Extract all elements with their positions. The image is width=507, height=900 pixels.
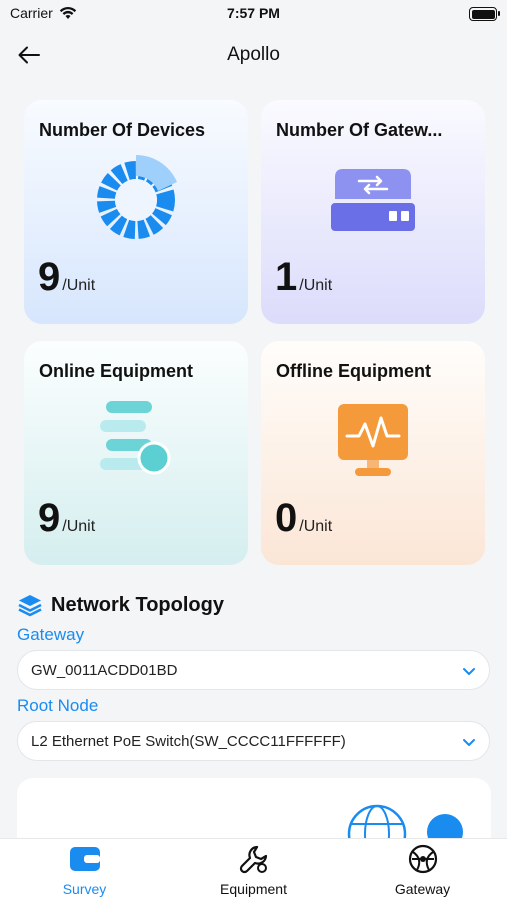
card-title: Offline Equipment (276, 361, 431, 381)
tab-label: Survey (62, 881, 107, 897)
survey-icon (69, 843, 101, 875)
card-value: 0 /Unit (275, 496, 332, 541)
node-dot-icon (427, 814, 463, 838)
online-count: 9 (38, 496, 61, 540)
gateways-count: 1 (275, 255, 298, 299)
card-value: 9 /Unit (38, 255, 95, 300)
gateway-select-value: GW_0011ACDD01BD (31, 662, 178, 679)
gateway-label: Gateway (17, 625, 85, 644)
monitor-pulse-icon (323, 396, 423, 486)
devices-count: 9 (38, 255, 61, 299)
status-bar: Carrier 7:57 PM (0, 0, 507, 30)
tab-label: Gateway (394, 881, 451, 897)
unit-label: /Unit (299, 518, 333, 535)
tab-label: Equipment (220, 881, 287, 897)
chevron-down-icon (463, 739, 475, 746)
network-topology-header: Network Topology (17, 593, 224, 617)
tab-bar: Survey Equipment Gateway (0, 838, 507, 900)
unit-label: /Unit (299, 277, 333, 294)
card-value: 9 /Unit (38, 496, 95, 541)
offline-equipment-card[interactable]: Offline Equipment 0 /Unit (261, 341, 485, 565)
root-node-select-value: L2 Ethernet PoE Switch(SW_CCCC11FFFFFF) (31, 733, 346, 750)
layers-icon (18, 595, 42, 617)
gateway-select[interactable]: GW_0011ACDD01BD (17, 650, 490, 690)
gateway-device-icon (323, 155, 423, 245)
card-title: Number Of Gatew... (276, 120, 443, 140)
unit-label: /Unit (62, 277, 96, 294)
gateways-count-card[interactable]: Number Of Gatew... 1 /Unit (261, 100, 485, 324)
unit-label: /Unit (62, 518, 96, 535)
donut-chart-icon (86, 155, 186, 245)
card-value: 1 /Unit (275, 255, 332, 300)
section-title: Network Topology (51, 593, 224, 616)
chevron-down-icon (463, 668, 475, 675)
card-title: Online Equipment (39, 361, 194, 381)
globe-icon (407, 843, 439, 875)
page-title: Apollo (227, 44, 280, 65)
card-title: Number Of Devices (39, 120, 206, 140)
root-node-label: Root Node (17, 696, 99, 715)
globe-node-icon (347, 804, 407, 838)
battery-icon (469, 7, 500, 21)
wrench-icon (238, 843, 270, 875)
topology-preview-card[interactable] (17, 778, 491, 838)
root-node-select[interactable]: L2 Ethernet PoE Switch(SW_CCCC11FFFFFF) (17, 721, 490, 761)
devices-count-card[interactable]: Number Of Devices 9 /Unit (24, 100, 248, 324)
tab-gateway[interactable]: Gateway (338, 839, 507, 900)
online-equipment-card[interactable]: Online Equipment 9 /Unit (24, 341, 248, 565)
status-time: 7:57 PM (227, 5, 280, 21)
nav-bar: Apollo (0, 30, 507, 80)
online-equipment-icon (86, 396, 186, 486)
offline-count: 0 (275, 496, 298, 540)
tab-equipment[interactable]: Equipment (169, 839, 338, 900)
tab-survey[interactable]: Survey (0, 839, 169, 900)
